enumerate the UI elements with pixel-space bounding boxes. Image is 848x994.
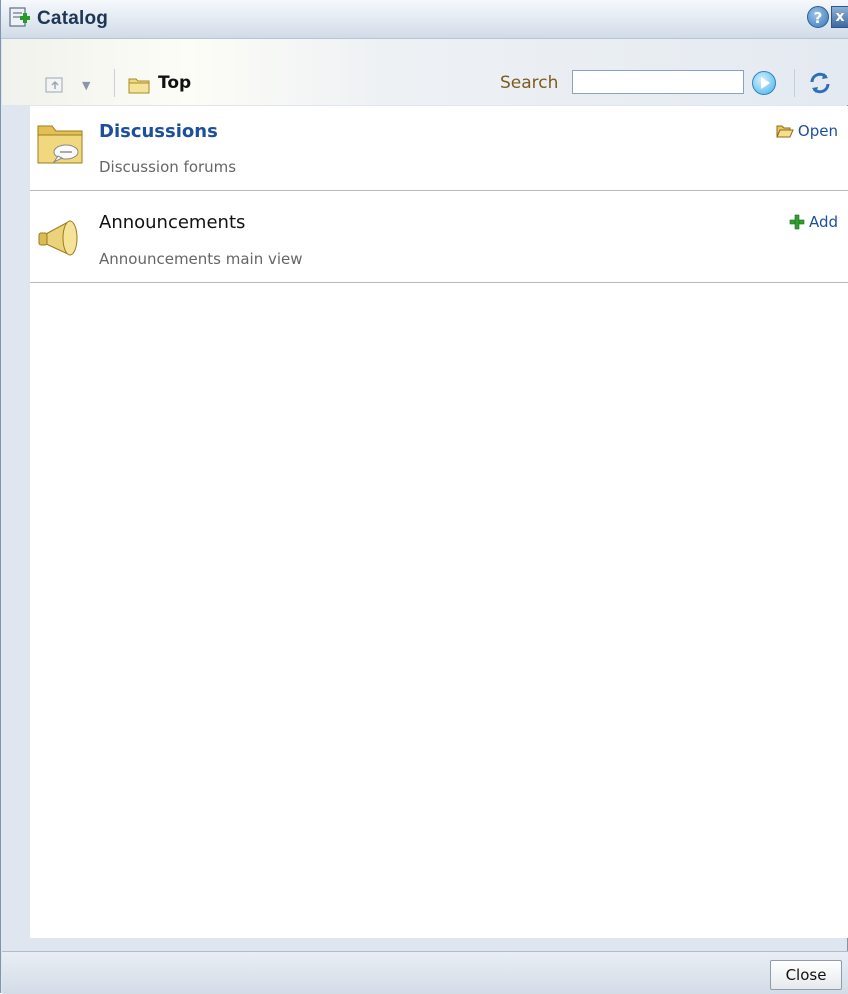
open-folder-icon	[776, 125, 794, 138]
list-item-announcements: Announcements Announcements main view Ad…	[30, 191, 848, 283]
toolbar: ▼ Top Search	[2, 39, 848, 105]
up-folder-icon[interactable]	[44, 73, 66, 95]
open-label: Open	[797, 122, 838, 140]
item-title[interactable]: Announcements	[99, 212, 245, 233]
close-button[interactable]: Close	[770, 960, 842, 990]
list-item-discussions: Discussions Discussion forums Open	[30, 106, 848, 191]
title-bar: Catalog ? x	[1, 0, 848, 39]
catalog-list: Discussions Discussion forums Open Annou…	[30, 106, 848, 938]
search-input[interactable]	[572, 70, 744, 94]
item-title[interactable]: Discussions	[99, 121, 218, 142]
dialog-footer: Close	[2, 951, 848, 994]
refresh-icon[interactable]	[806, 69, 834, 97]
add-plus-icon	[789, 214, 805, 230]
catalog-add-icon	[9, 7, 30, 27]
add-link[interactable]: Add	[789, 213, 838, 231]
catalog-dialog: Catalog ? x ▼ Top Search Discussions Dis…	[0, 0, 848, 994]
toolbar-divider	[114, 69, 115, 97]
history-dropdown-icon[interactable]: ▼	[82, 79, 90, 92]
breadcrumb-current[interactable]: Top	[158, 73, 191, 93]
open-link[interactable]: Open	[776, 122, 838, 140]
dialog-title: Catalog	[37, 8, 109, 29]
add-label: Add	[808, 213, 838, 231]
search-go-icon[interactable]	[752, 71, 776, 95]
search-label: Search	[500, 73, 559, 93]
item-description: Discussion forums	[99, 158, 237, 176]
item-description: Announcements main view	[99, 250, 303, 268]
folder-icon	[128, 78, 150, 94]
toolbar-divider	[794, 69, 795, 97]
close-window-button[interactable]: x	[831, 6, 848, 28]
discussion-folder-icon	[37, 125, 83, 164]
help-button[interactable]: ?	[807, 6, 829, 28]
megaphone-icon	[38, 220, 78, 256]
